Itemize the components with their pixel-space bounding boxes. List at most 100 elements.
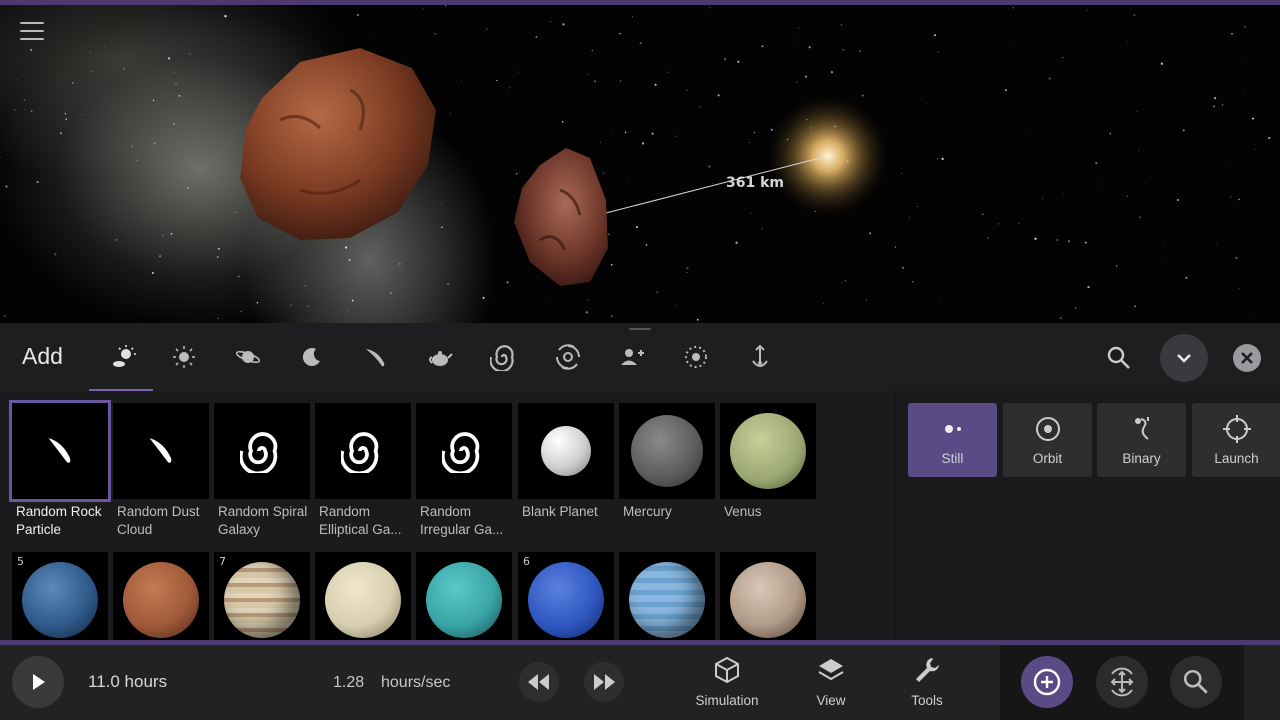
dotted-circle-icon [685,346,707,368]
item-blank-planet[interactable]: Blank Planet [518,403,614,521]
time-rate-value[interactable]: 1.28 [333,674,364,692]
item-mercury[interactable]: Mercury [619,403,715,521]
star [1063,193,1064,195]
item-random-irregular-galaxy[interactable]: Random Irregular Ga... [416,403,512,539]
planet-thumbnail [730,413,806,489]
tab-teapots[interactable] [420,337,460,377]
star [549,296,551,298]
star [1074,307,1077,309]
tab-featured[interactable] [104,337,144,377]
item-ice-planet[interactable] [619,552,715,640]
tab-black-holes[interactable] [548,337,588,377]
add-panel: Add Random Rock Particle Random Dust Clo… [0,323,1280,640]
item-mars[interactable] [113,552,209,640]
item-earth[interactable]: 5 [12,552,108,640]
item-pluto[interactable] [720,552,816,640]
search-button[interactable] [1102,341,1136,375]
tab-galaxies[interactable] [484,337,524,377]
item-label: Blank Planet [522,504,598,519]
star [374,39,376,41]
star [1005,89,1007,91]
tab-stars[interactable] [164,337,204,377]
star [345,246,348,249]
hamburger-menu-icon[interactable] [20,22,44,42]
star [610,315,613,318]
star [224,15,227,18]
mode-still-button[interactable]: Still [908,403,997,477]
star [1136,110,1138,112]
star [122,67,125,70]
tab-launch[interactable] [740,337,780,377]
star [667,71,668,73]
planet-thumbnail [528,562,604,638]
star-icon [173,346,195,368]
star [54,253,57,256]
star [434,32,437,35]
galaxy-icon [442,432,480,473]
simulation-button[interactable]: Simulation [687,655,767,715]
mode-label: Still [941,451,964,466]
star [304,284,307,287]
tab-particles[interactable] [676,337,716,377]
tab-moons[interactable] [292,337,332,377]
inspect-mode-button[interactable] [1170,656,1222,708]
mode-launch-button[interactable]: Launch [1192,403,1280,477]
item-random-rock-particle[interactable]: Random Rock Particle [9,400,111,539]
add-circle-icon [1033,668,1061,696]
tab-planets[interactable] [228,337,268,377]
item-label: Random Dust Cloud [117,504,200,537]
space-viewport[interactable]: 361 km [0,0,1280,323]
star [1221,104,1224,106]
star [307,305,309,307]
item-random-dust-cloud[interactable]: Random Dust Cloud [113,403,209,539]
close-panel-button[interactable] [1233,344,1261,372]
item-label: Random Irregular Ga... [420,504,504,537]
mode-orbit-button[interactable]: Orbit [1003,403,1092,477]
star [1087,286,1090,289]
star [517,71,519,73]
star [627,180,629,182]
item-venus[interactable]: Venus [720,403,816,521]
tab-user[interactable] [612,337,652,377]
star [982,213,984,215]
star [909,217,910,219]
panel-drag-handle[interactable] [629,328,651,330]
item-random-spiral-galaxy[interactable]: Random Spiral Galaxy [214,403,310,539]
star [735,241,738,244]
faster-button[interactable] [584,662,624,702]
view-button[interactable]: View [791,655,871,715]
star [1235,256,1238,260]
add-mode-button[interactable] [1021,656,1073,708]
star [441,203,443,204]
mode-binary-button[interactable]: Binary [1097,403,1186,477]
star [1034,237,1037,240]
tab-comets[interactable] [356,337,396,377]
move-mode-button[interactable] [1096,656,1148,708]
search-icon [1107,346,1130,369]
comet-icon [366,349,385,367]
view-label: View [816,693,846,708]
star [792,45,794,47]
star [594,80,597,83]
star [651,132,654,135]
star [151,271,154,275]
star [447,283,449,286]
slower-button[interactable] [519,662,559,702]
item-saturn[interactable] [315,552,411,640]
star [1068,240,1071,243]
star [23,99,26,101]
star [460,80,462,82]
star [516,173,518,175]
star [153,142,156,145]
item-random-elliptical-galaxy[interactable]: Random Elliptical Ga... [315,403,411,539]
planet-thumbnail [629,562,705,638]
item-neptune[interactable]: 6 [518,552,614,640]
add-panel-header: Add [0,323,1280,391]
item-uranus[interactable] [416,552,512,640]
play-button[interactable] [12,656,64,708]
tools-button[interactable]: Tools [887,655,967,715]
star [1144,183,1145,184]
item-jupiter[interactable]: 7 [214,552,310,640]
collapse-panel-button[interactable] [1160,334,1208,382]
item-count-badge: 5 [17,555,24,568]
